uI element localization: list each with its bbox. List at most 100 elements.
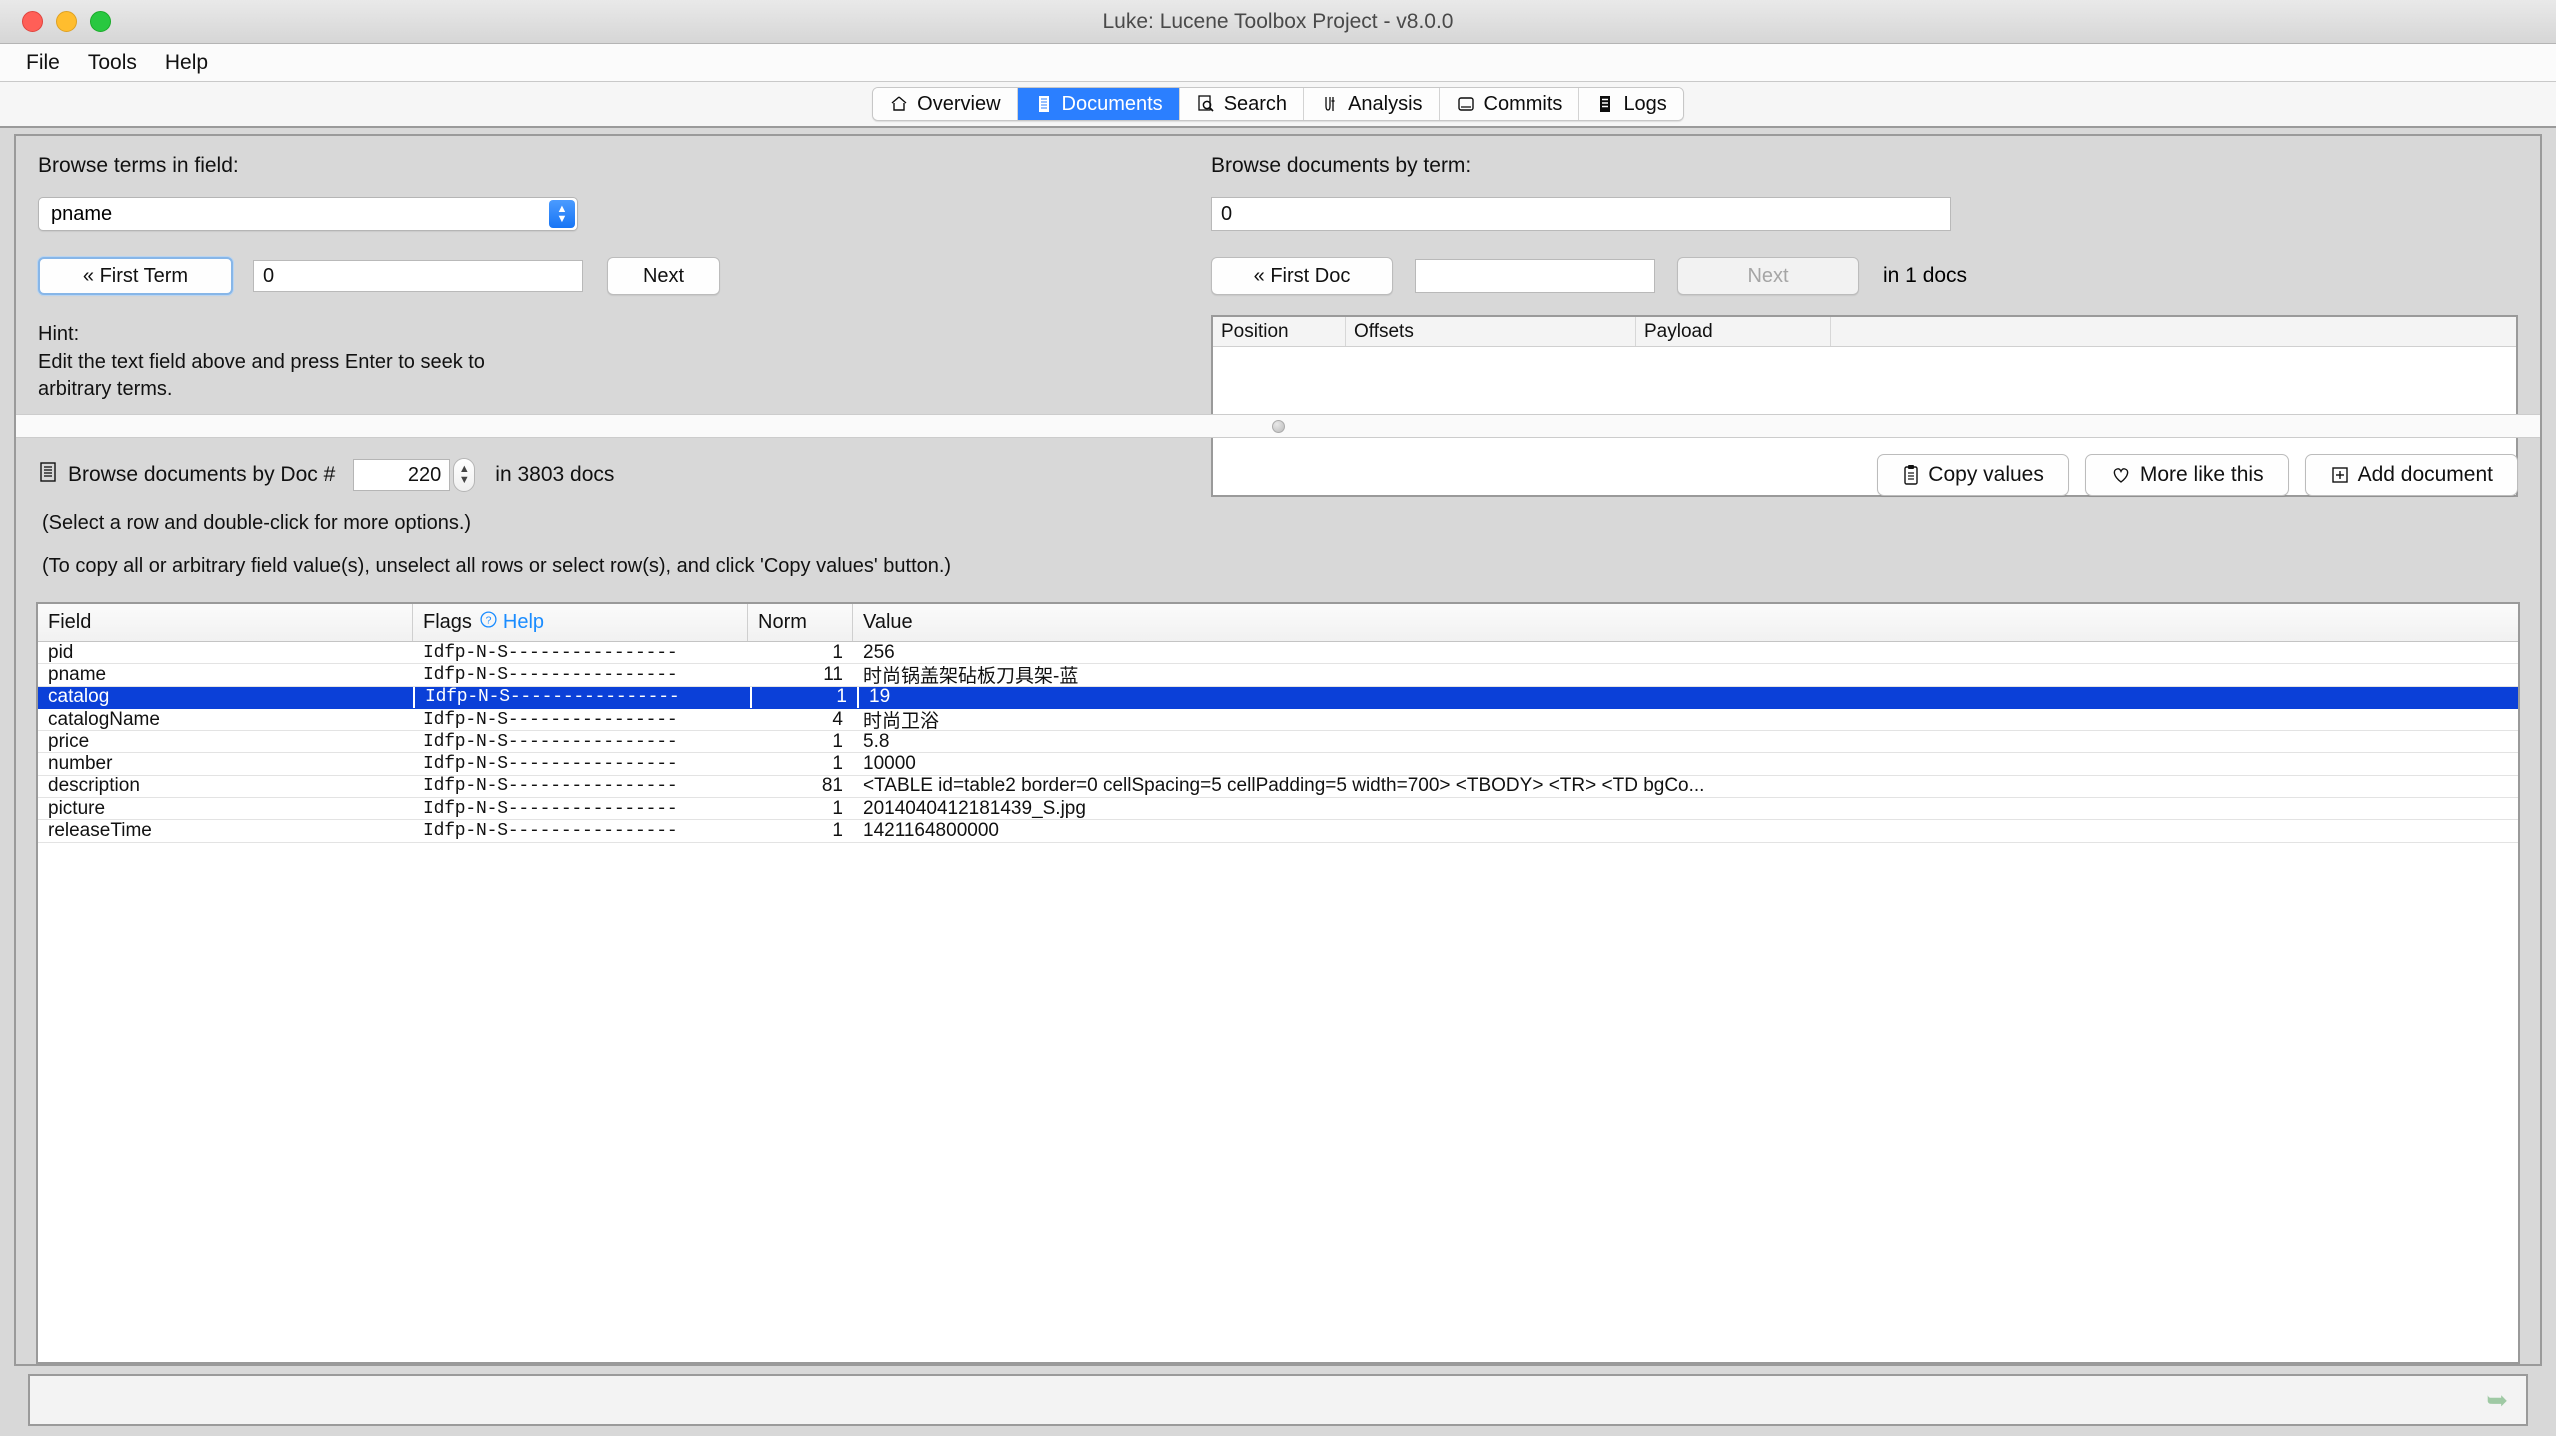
zoom-button[interactable]	[90, 11, 111, 32]
doc-total-text: in 3803 docs	[495, 463, 615, 486]
hint-line-2: arbitrary terms.	[38, 378, 173, 401]
col-header-norm[interactable]: Norm	[748, 604, 853, 641]
menu-tools[interactable]: Tools	[74, 49, 151, 77]
tab-documents[interactable]: Documents	[1017, 88, 1180, 120]
logs-icon	[1595, 94, 1615, 114]
term-input[interactable]: 0	[253, 260, 583, 292]
tab-logs-label: Logs	[1623, 92, 1667, 115]
cell-field: pid	[48, 642, 74, 663]
doc-number-stepper-value: 220	[407, 463, 442, 486]
doc-count-text: in 1 docs	[1883, 264, 1968, 287]
tab-strip: Overview Documents Search Analysis Commi…	[0, 82, 2556, 128]
col-header-field[interactable]: Field	[38, 604, 413, 641]
payload-col-payload[interactable]: Payload	[1636, 317, 1831, 346]
doc-number-input[interactable]	[1415, 259, 1655, 293]
term-input-value: 0	[263, 264, 275, 287]
col-header-flags[interactable]: Flags ? Help	[413, 604, 748, 641]
field-table-header: Field Flags ? Help Norm Value	[38, 604, 2518, 642]
cell-field: price	[48, 731, 90, 752]
cell-value: 256	[863, 642, 895, 663]
doc-browser-bar: Browse documents by Doc # 220 ▲ ▼ in 380…	[16, 438, 2540, 496]
document-list-icon	[38, 461, 58, 489]
cell-flags: Idfp-N-S----------------	[423, 821, 678, 842]
first-term-button-label: « First Term	[82, 264, 189, 287]
col-header-value[interactable]: Value	[853, 604, 2518, 641]
table-row[interactable]: number Idfp-N-S---------------- 1 10000	[38, 753, 2518, 776]
cell-norm: 1	[832, 642, 843, 663]
copy-values-button[interactable]: Copy values	[1877, 454, 2069, 496]
cell-value: 5.8	[863, 731, 890, 752]
next-doc-button[interactable]: Next	[1677, 257, 1859, 295]
commits-icon	[1456, 94, 1476, 114]
tab-commits[interactable]: Commits	[1439, 88, 1580, 120]
window-title: Luke: Lucene Toolbox Project - v8.0.0	[1102, 9, 1454, 33]
table-row[interactable]: description Idfp-N-S---------------- 81 <TA…	[38, 775, 2518, 799]
cell-value: 时尚卫浴	[863, 711, 940, 731]
copy-values-button-label: Copy values	[1928, 463, 2044, 486]
flags-help-link[interactable]: ? Help	[479, 610, 544, 635]
payload-col-offsets[interactable]: Offsets	[1346, 317, 1636, 346]
field-select[interactable]: pname ▲ ▼	[38, 197, 578, 231]
table-row[interactable]: releaseTime Idfp-N-S---------------- 1 1421…	[38, 820, 2518, 843]
doc-number-stepper-buttons[interactable]: ▲ ▼	[453, 458, 476, 492]
doc-action-buttons: Copy values More like this Add document	[1877, 454, 2518, 496]
next-term-button[interactable]: Next	[607, 257, 720, 295]
cell-flags: Idfp-N-S----------------	[423, 798, 678, 819]
hint-line-1: Edit the text field above and press Ente…	[38, 350, 485, 373]
tab-overview[interactable]: Overview	[873, 88, 1018, 120]
chevron-updown-icon[interactable]: ▲ ▼	[549, 200, 575, 228]
stepper-down-icon[interactable]: ▼	[459, 475, 470, 486]
table-row[interactable]: price Idfp-N-S---------------- 1 5.8	[38, 731, 2518, 754]
documents-panel: Browse terms in field: pname ▲ ▼ « First …	[14, 134, 2542, 1366]
menu-help[interactable]: Help	[151, 49, 222, 77]
doc-number-stepper-input[interactable]: 220	[353, 459, 451, 491]
minimize-button[interactable]	[56, 11, 77, 32]
browse-docs-by-term-panel: Browse documents by term: 0 « First Doc …	[1191, 136, 2540, 497]
lucene-logo-icon: ➥	[2486, 1385, 2508, 1415]
content-area: Browse terms in field: pname ▲ ▼ « First …	[0, 128, 2556, 1436]
cell-value: 10000	[863, 753, 916, 775]
table-row[interactable]: picture Idfp-N-S---------------- 1 20140404…	[38, 798, 2518, 821]
cell-flags: Idfp-N-S----------------	[423, 776, 678, 797]
payload-col-extra[interactable]	[1831, 317, 2516, 346]
tab-logs[interactable]: Logs	[1579, 88, 1683, 120]
tab-list: Overview Documents Search Analysis Commi…	[872, 87, 1684, 121]
more-like-this-button[interactable]: More like this	[2084, 454, 2289, 496]
doc-browser-label-group: Browse documents by Doc #	[38, 461, 335, 489]
home-icon	[889, 94, 909, 114]
first-term-button[interactable]: « First Term	[38, 257, 233, 295]
field-table[interactable]: Field Flags ? Help Norm Value pid Idfp-N-…	[36, 602, 2520, 1364]
first-doc-button[interactable]: « First Doc	[1211, 257, 1393, 295]
notes-block: (Select a row and double-click for more …	[16, 496, 2540, 598]
tab-documents-label: Documents	[1061, 92, 1163, 115]
payload-col-position[interactable]: Position	[1213, 317, 1346, 346]
doc-term-input-value: 0	[1221, 202, 1233, 225]
tab-search[interactable]: Search	[1179, 88, 1305, 120]
clipboard-icon	[1902, 464, 1920, 486]
window-controls	[0, 11, 111, 32]
cell-norm: 1	[752, 686, 857, 708]
tab-overview-label: Overview	[917, 92, 1001, 115]
field-table-body: pid Idfp-N-S---------------- 1 256 pname Idfp…	[38, 642, 2518, 1362]
field-select-value: pname	[51, 202, 113, 225]
add-document-button[interactable]: Add document	[2304, 454, 2518, 496]
panel-splitter[interactable]	[16, 414, 2540, 438]
search-icon	[1196, 94, 1216, 114]
table-row[interactable]: catalogName Idfp-N-S---------------- 4 时尚卫浴	[38, 708, 2518, 732]
splitter-grip-icon[interactable]	[1271, 419, 1285, 433]
tab-analysis[interactable]: Analysis	[1304, 88, 1440, 120]
doc-term-input[interactable]: 0	[1211, 197, 1951, 231]
analysis-icon	[1320, 94, 1340, 114]
table-row[interactable]: pname Idfp-N-S---------------- 11 时尚锅盖架砧板刀具…	[38, 664, 2518, 687]
cell-norm: 4	[832, 708, 843, 730]
close-button[interactable]	[22, 11, 43, 32]
cell-field: catalog	[38, 686, 413, 708]
table-row[interactable]: pid Idfp-N-S---------------- 1 256	[38, 642, 2518, 665]
menu-file[interactable]: File	[12, 49, 74, 77]
cell-norm: 81	[821, 775, 843, 797]
cell-field: picture	[48, 798, 106, 819]
cell-value: 2014040412181439_S.jpg	[863, 798, 1086, 819]
term-nav-row: « First Term 0 Next	[38, 257, 1169, 295]
table-row[interactable]: catalog Idfp-N-S---------------- 1 19	[38, 686, 2518, 709]
cell-norm: 1	[832, 753, 843, 775]
